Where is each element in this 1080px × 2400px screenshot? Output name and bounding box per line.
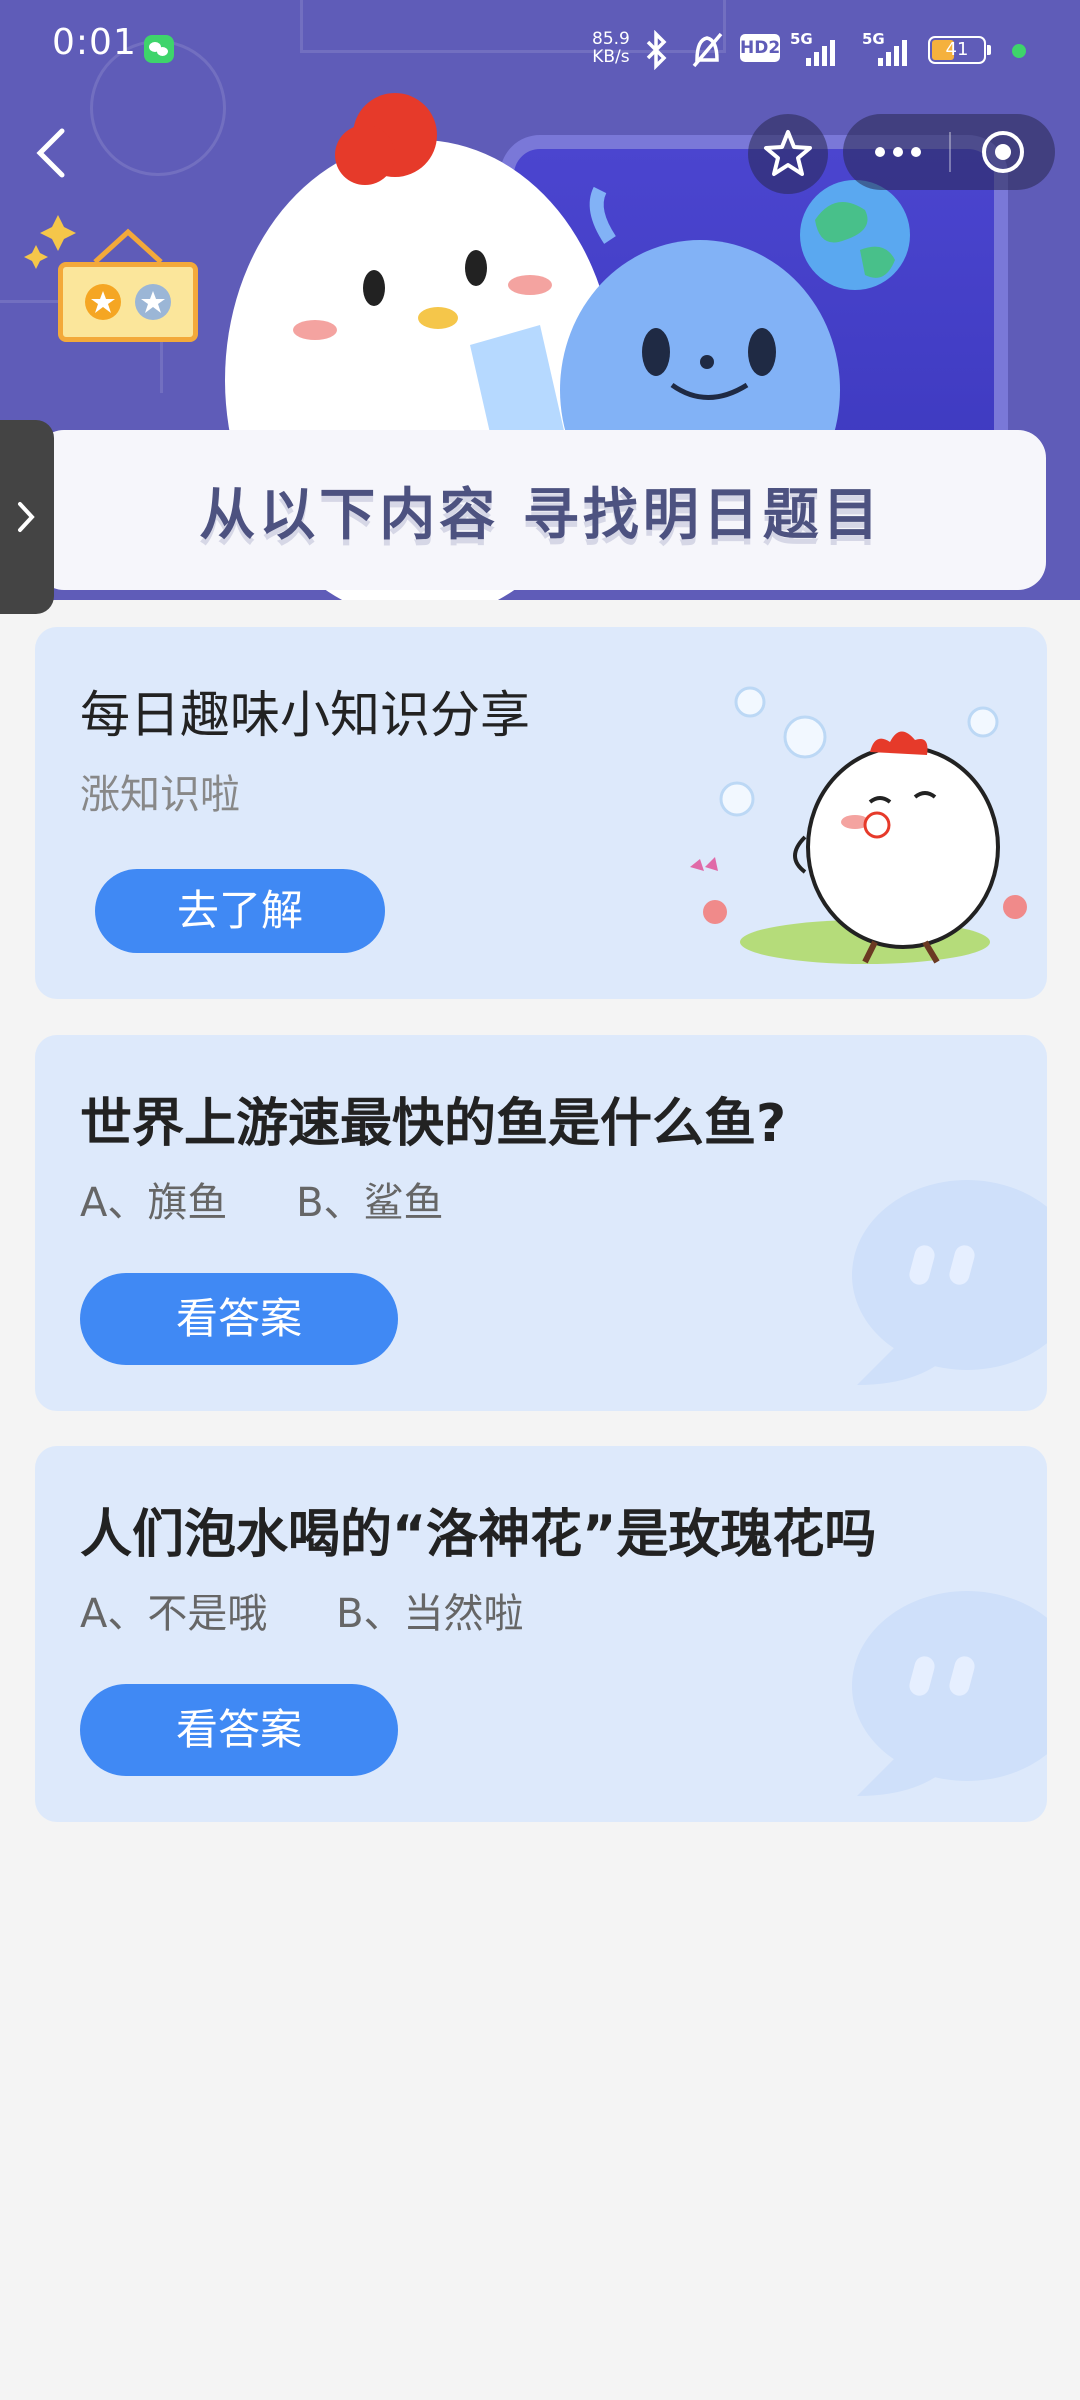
network-speed: 85.9 KB/s xyxy=(592,30,630,66)
quiz-question: 世界上游速最快的鱼是什么鱼? xyxy=(80,1081,786,1156)
favorite-button[interactable] xyxy=(748,114,828,194)
signal-label: 5G xyxy=(790,30,813,48)
hd-voice-badge: HD2 xyxy=(740,34,780,62)
privacy-indicator-icon xyxy=(1012,44,1026,58)
medal-frame-icon xyxy=(58,262,198,342)
learn-more-button[interactable]: 去了解 xyxy=(95,869,385,953)
mute-bell-icon xyxy=(688,30,726,74)
status-time: 0:01 xyxy=(52,22,137,63)
bluetooth-icon xyxy=(640,30,672,74)
network-speed-value: 85.9 xyxy=(592,30,630,48)
view-answer-button[interactable]: 看答案 xyxy=(80,1684,398,1776)
option-a: A、旗鱼 xyxy=(80,1180,227,1226)
quiz-options: A、旗鱼 B、鲨鱼 xyxy=(80,1170,500,1228)
side-drawer-tab[interactable] xyxy=(0,420,54,614)
quiz-card: 世界上游速最快的鱼是什么鱼? A、旗鱼 B、鲨鱼 看答案 xyxy=(35,1035,1047,1411)
battery-icon: 41 xyxy=(928,36,986,64)
capsule-divider xyxy=(949,132,951,172)
wechat-icon xyxy=(144,35,174,63)
card-subtitle: 涨知识啦 xyxy=(80,762,240,820)
section-banner: 从以下内容 寻找明日题目 xyxy=(36,430,1046,590)
signal-icon: 5G xyxy=(862,34,910,66)
signal-icon: 5G xyxy=(790,34,838,66)
knowledge-card: 每日趣味小知识分享 涨知识啦 去了解 xyxy=(35,627,1047,999)
view-answer-button[interactable]: 看答案 xyxy=(80,1273,398,1365)
option-b: B、鲨鱼 xyxy=(296,1180,443,1226)
status-bar: 0:01 85.9 KB/s HD2 5G 5G 41 xyxy=(0,0,1080,100)
banner-title: 从以下内容 寻找明日题目 xyxy=(36,470,1046,551)
quiz-card: 人们泡水喝的“洛神花”是玫瑰花吗 A、不是哦 B、当然啦 看答案 xyxy=(35,1446,1047,1822)
network-speed-unit: KB/s xyxy=(592,48,630,66)
option-b: B、当然啦 xyxy=(336,1591,523,1637)
quiz-question: 人们泡水喝的“洛神花”是玫瑰花吗 xyxy=(80,1492,876,1567)
battery-level: 41 xyxy=(930,38,984,62)
quiz-options: A、不是哦 B、当然啦 xyxy=(80,1581,580,1639)
chevron-left-icon xyxy=(30,125,74,181)
chat-bubble-icon xyxy=(837,1586,1047,1806)
more-dots-icon[interactable] xyxy=(875,142,929,161)
back-button[interactable] xyxy=(30,125,74,181)
miniprogram-capsule xyxy=(843,114,1055,190)
chicken-bubbles-illustration xyxy=(675,657,1047,987)
signal-label: 5G xyxy=(862,30,885,48)
chat-bubble-icon xyxy=(837,1175,1047,1395)
chevron-right-icon xyxy=(0,420,54,614)
option-a: A、不是哦 xyxy=(80,1591,267,1637)
star-icon xyxy=(748,114,828,194)
card-title: 每日趣味小知识分享 xyxy=(80,675,530,747)
target-icon[interactable] xyxy=(979,128,1027,176)
